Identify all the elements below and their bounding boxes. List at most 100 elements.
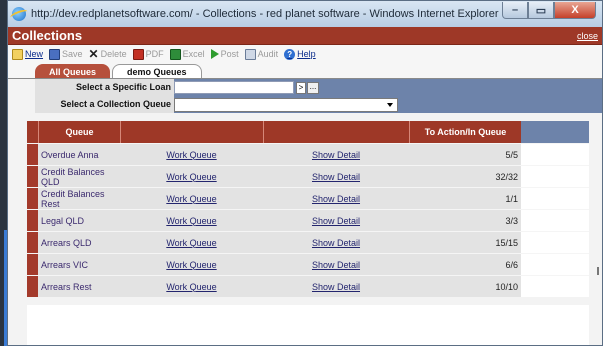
audit-label: Audit bbox=[257, 49, 279, 59]
post-label: Post bbox=[220, 49, 239, 59]
header-queue[interactable]: Queue bbox=[38, 121, 120, 143]
toolbar: New Save ✕ Delete PDF Excel Post Audit ? bbox=[8, 45, 602, 63]
new-button[interactable]: New bbox=[12, 48, 44, 60]
show-detail-link[interactable]: Show Detail bbox=[263, 188, 409, 209]
work-queue-link[interactable]: Work Queue bbox=[120, 254, 263, 275]
loan-lookup-button[interactable]: ... bbox=[307, 81, 319, 94]
grid-header: Queue To Action/In Queue bbox=[27, 121, 589, 143]
work-queue-link[interactable]: Work Queue bbox=[120, 210, 263, 231]
row-marker bbox=[27, 232, 38, 253]
delete-button[interactable]: ✕ Delete bbox=[88, 46, 127, 61]
window-title: http://dev.redplanetsoftware.com/ - Coll… bbox=[31, 8, 499, 20]
minimize-button[interactable]: – bbox=[502, 2, 528, 19]
work-queue-link[interactable]: Work Queue bbox=[120, 166, 263, 187]
queue-count: 5/5 bbox=[505, 149, 518, 160]
header-work-queue bbox=[120, 121, 263, 143]
table-row: Arrears Rest Work Queue Show Detail 10/1… bbox=[27, 275, 589, 297]
audit-button[interactable]: Audit bbox=[244, 48, 279, 60]
queue-grid: Queue To Action/In Queue Overdue Anna Wo… bbox=[27, 121, 589, 297]
grid-empty-area bbox=[27, 305, 589, 345]
loan-filter-row: Select a Specific Loan > ... bbox=[8, 79, 602, 96]
header-filler bbox=[521, 121, 589, 143]
work-queue-link[interactable]: Work Queue bbox=[120, 276, 263, 297]
post-button[interactable]: Post bbox=[210, 49, 239, 59]
delete-icon: ✕ bbox=[88, 46, 99, 61]
table-row: Credit Balances Rest Work Queue Show Det… bbox=[27, 187, 589, 209]
table-row: Arrears QLD Work Queue Show Detail 15/15 bbox=[27, 231, 589, 253]
row-filler bbox=[521, 232, 589, 253]
queue-filter-row: Select a Collection Queue bbox=[8, 96, 602, 113]
tab-all-queues[interactable]: All Queues bbox=[35, 64, 111, 79]
queue-name: Arrears QLD bbox=[41, 237, 92, 248]
new-icon bbox=[12, 48, 23, 60]
loan-label: Select a Specific Loan bbox=[35, 79, 174, 96]
show-detail-link[interactable]: Show Detail bbox=[263, 144, 409, 165]
row-filler bbox=[521, 188, 589, 209]
row-filler bbox=[521, 166, 589, 187]
queue-count: 6/6 bbox=[505, 259, 518, 270]
loan-go-button[interactable]: > bbox=[296, 81, 306, 94]
table-row: Overdue Anna Work Queue Show Detail 5/5 bbox=[27, 143, 589, 165]
pdf-icon bbox=[132, 48, 144, 60]
row-marker bbox=[27, 210, 38, 231]
save-button[interactable]: Save bbox=[49, 48, 83, 60]
table-row: Arrears VIC Work Queue Show Detail 6/6 bbox=[27, 253, 589, 275]
show-detail-link[interactable]: Show Detail bbox=[263, 166, 409, 187]
excel-label: Excel bbox=[182, 49, 205, 59]
pdf-button[interactable]: PDF bbox=[132, 48, 164, 60]
window-controls: – ▭ X bbox=[502, 2, 596, 19]
row-filler bbox=[521, 144, 589, 165]
table-row: Credit Balances QLD Work Queue Show Deta… bbox=[27, 165, 589, 187]
loan-search-input[interactable] bbox=[174, 81, 294, 94]
show-detail-link[interactable]: Show Detail bbox=[263, 210, 409, 231]
row-marker bbox=[27, 254, 38, 275]
queue-count: 32/32 bbox=[495, 171, 518, 182]
work-queue-link[interactable]: Work Queue bbox=[120, 188, 263, 209]
page-title: Collections bbox=[12, 28, 83, 43]
chevron-down-icon bbox=[387, 102, 393, 107]
show-detail-link[interactable]: Show Detail bbox=[263, 232, 409, 253]
row-filler bbox=[521, 276, 589, 297]
queue-name: Arrears VIC bbox=[41, 259, 89, 270]
queue-count: 1/1 bbox=[505, 193, 518, 204]
window-close-button[interactable]: X bbox=[554, 2, 596, 19]
queue-count: 10/10 bbox=[495, 281, 518, 292]
queue-name: Credit Balances QLD bbox=[41, 166, 105, 187]
excel-button[interactable]: Excel bbox=[169, 48, 205, 60]
collection-queue-select[interactable] bbox=[174, 97, 398, 112]
header-marker bbox=[27, 121, 38, 143]
help-label: Help bbox=[297, 49, 316, 59]
close-link[interactable]: close bbox=[577, 31, 598, 41]
save-label: Save bbox=[62, 49, 83, 59]
delete-label: Delete bbox=[100, 49, 127, 59]
show-detail-link[interactable]: Show Detail bbox=[263, 254, 409, 275]
audit-icon bbox=[244, 48, 256, 60]
queue-tabs: All Queues demo Queues bbox=[8, 63, 602, 79]
row-filler bbox=[521, 210, 589, 231]
row-marker bbox=[27, 188, 38, 209]
header-count[interactable]: To Action/In Queue bbox=[409, 121, 521, 143]
row-marker bbox=[27, 276, 38, 297]
queue-label: Select a Collection Queue bbox=[35, 96, 174, 113]
row-marker bbox=[27, 144, 38, 165]
show-detail-link[interactable]: Show Detail bbox=[263, 276, 409, 297]
queue-name: Overdue Anna bbox=[41, 149, 99, 160]
new-label: New bbox=[25, 49, 44, 59]
queue-count: 15/15 bbox=[495, 237, 518, 248]
play-icon bbox=[210, 49, 219, 59]
internet-explorer-icon bbox=[12, 7, 26, 21]
header-show-detail bbox=[263, 121, 409, 143]
work-queue-link[interactable]: Work Queue bbox=[120, 144, 263, 165]
app-header: Collections close bbox=[8, 27, 602, 45]
queue-name: Legal QLD bbox=[41, 215, 85, 226]
maximize-button[interactable]: ▭ bbox=[528, 2, 554, 19]
row-marker bbox=[27, 166, 38, 187]
queue-name: Arrears Rest bbox=[41, 281, 92, 292]
scrollbar-grip[interactable] bbox=[597, 267, 599, 275]
pdf-label: PDF bbox=[145, 49, 164, 59]
queue-count: 3/3 bbox=[505, 215, 518, 226]
tab-demo-queues[interactable]: demo Queues bbox=[112, 64, 202, 79]
help-icon: ? bbox=[284, 48, 296, 60]
help-button[interactable]: ? Help bbox=[284, 48, 316, 60]
work-queue-link[interactable]: Work Queue bbox=[120, 232, 263, 253]
